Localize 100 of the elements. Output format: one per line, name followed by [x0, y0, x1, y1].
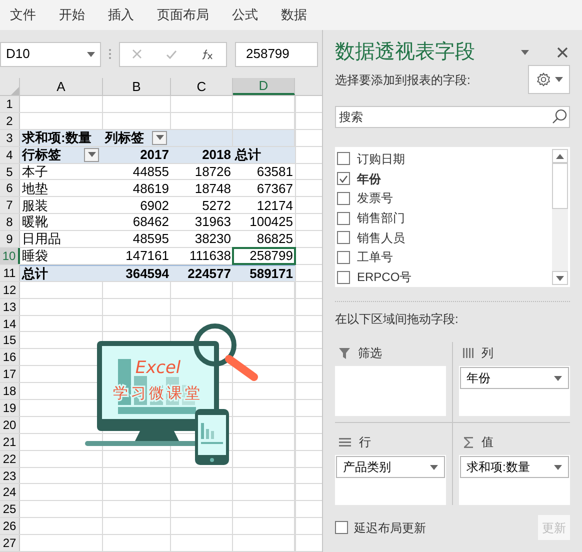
checkbox[interactable]: [337, 212, 350, 225]
table-cell-text: 147161: [124, 248, 170, 264]
settings-button[interactable]: [528, 65, 570, 94]
row-header[interactable]: 5: [0, 164, 20, 180]
drop-area[interactable]: 产品类别: [335, 455, 446, 505]
drop-area[interactable]: 求和项:数量: [458, 455, 570, 505]
checkbox[interactable]: [337, 270, 350, 284]
row-header[interactable]: 20: [0, 416, 20, 433]
row-header[interactable]: 24: [0, 484, 20, 500]
field-item[interactable]: 发票号: [337, 188, 552, 208]
row-header[interactable]: 16: [0, 349, 20, 366]
row-header[interactable]: 2: [0, 112, 20, 129]
row-header[interactable]: 27: [0, 535, 20, 552]
scrollbar[interactable]: [552, 149, 568, 285]
field-item[interactable]: 订购日期: [337, 149, 552, 169]
row-header[interactable]: 14: [0, 316, 20, 332]
checkbox[interactable]: [337, 152, 350, 166]
row-header[interactable]: 10: [0, 248, 20, 264]
column-header[interactable]: B: [103, 78, 171, 95]
row-header[interactable]: 4: [0, 146, 20, 163]
row-header[interactable]: 23: [0, 468, 20, 484]
ribbon-tab[interactable]: 公式: [232, 5, 258, 25]
areas-prompt: 在以下区域间拖动字段:: [335, 311, 460, 328]
checkbox[interactable]: [337, 231, 350, 244]
row-header[interactable]: 21: [0, 434, 20, 450]
area-label: 筛选: [358, 345, 382, 362]
row-header[interactable]: 11: [0, 264, 20, 281]
column-header[interactable]: A: [20, 78, 103, 95]
name-box[interactable]: D10: [0, 42, 101, 66]
row-header[interactable]: 22: [0, 450, 20, 467]
table-cell-text: 18748: [194, 180, 232, 196]
area-label: 行: [359, 434, 371, 451]
function-icon[interactable]: [202, 48, 214, 60]
table-cell-text: 18726: [194, 164, 232, 180]
table-cell-text: 地垫: [21, 180, 49, 196]
table-cell-text: 睡袋: [21, 248, 49, 264]
ribbon-tab[interactable]: 开始: [59, 5, 85, 25]
row-header[interactable]: 3: [0, 130, 20, 146]
ribbon-tab[interactable]: 文件: [10, 5, 36, 25]
table-cell-text: 6902: [139, 197, 170, 214]
row-header[interactable]: 6: [0, 180, 20, 196]
area-label: 列: [482, 345, 494, 362]
row-header[interactable]: 18: [0, 383, 20, 400]
drop-area[interactable]: 年份: [458, 366, 570, 416]
pane-menu-button[interactable]: [521, 50, 529, 54]
table-cell-text: 求和项:数量: [20, 130, 92, 146]
area-field-item[interactable]: 年份: [460, 367, 569, 389]
formula-field[interactable]: 258799: [235, 42, 318, 66]
checkbox[interactable]: [337, 192, 350, 205]
row-header[interactable]: 9: [0, 231, 20, 248]
filter-dropdown-button[interactable]: [84, 148, 99, 162]
caret-icon: [88, 152, 96, 158]
row-header[interactable]: 26: [0, 518, 20, 534]
ribbon-tab[interactable]: 插入: [108, 5, 134, 25]
field-item[interactable]: 工单号: [337, 248, 552, 268]
filter-dropdown-button[interactable]: [152, 130, 167, 145]
caret-icon: [554, 376, 562, 380]
sigma-icon: [462, 436, 474, 448]
column-header[interactable]: D: [233, 78, 295, 95]
scroll-up-icon[interactable]: [556, 154, 564, 158]
pane-title: 数据透视表字段: [335, 40, 475, 65]
row-header[interactable]: 12: [0, 282, 20, 298]
table-cell-text: 44855: [132, 164, 170, 180]
caret-icon: [87, 52, 95, 56]
row-header[interactable]: 19: [0, 400, 20, 416]
table-cell-text: 31963: [194, 214, 232, 230]
ribbon-tab[interactable]: 页面布局: [157, 5, 209, 25]
ribbon-tab[interactable]: 数据: [281, 5, 307, 25]
row-header[interactable]: 15: [0, 332, 20, 348]
row-header[interactable]: 8: [0, 214, 20, 230]
check-icon[interactable]: [166, 50, 178, 58]
table-cell-text: 111638: [188, 248, 232, 264]
table-cell-text: 2018: [201, 146, 232, 163]
table-cell-text: 224577: [186, 266, 232, 281]
table-cell: 行标签: [20, 146, 103, 163]
row-header[interactable]: 25: [0, 501, 20, 518]
area-field-item[interactable]: 产品类别: [336, 456, 444, 478]
checkbox[interactable]: [337, 172, 350, 186]
row-header[interactable]: 1: [0, 96, 20, 112]
rows-icon: [339, 438, 351, 446]
row-header[interactable]: 17: [0, 366, 20, 382]
pane-prompt: 选择要添加到报表的字段:: [335, 72, 470, 88]
table-cell-text: 总计: [20, 266, 49, 281]
checkbox[interactable]: [335, 521, 348, 534]
field-item[interactable]: 年份: [337, 168, 552, 188]
field-item[interactable]: 销售人员: [337, 228, 552, 248]
defer-update-label: 延迟布局更新: [354, 520, 426, 536]
caret-icon: [554, 464, 562, 470]
field-item[interactable]: ERPCO号: [337, 267, 552, 288]
checkbox[interactable]: [337, 250, 350, 264]
field-item[interactable]: 销售部门: [337, 208, 552, 228]
row-header[interactable]: 7: [0, 197, 20, 214]
settings-icon: [536, 72, 550, 87]
area-field-item[interactable]: 求和项:数量: [460, 456, 569, 478]
table-cell-text: 2017: [139, 146, 170, 163]
close-icon[interactable]: [557, 46, 568, 58]
search-field[interactable]: 搜索: [335, 106, 570, 128]
row-header[interactable]: 13: [0, 298, 20, 315]
table-cell: 258799: [233, 248, 295, 264]
check-icon: [339, 174, 348, 183]
